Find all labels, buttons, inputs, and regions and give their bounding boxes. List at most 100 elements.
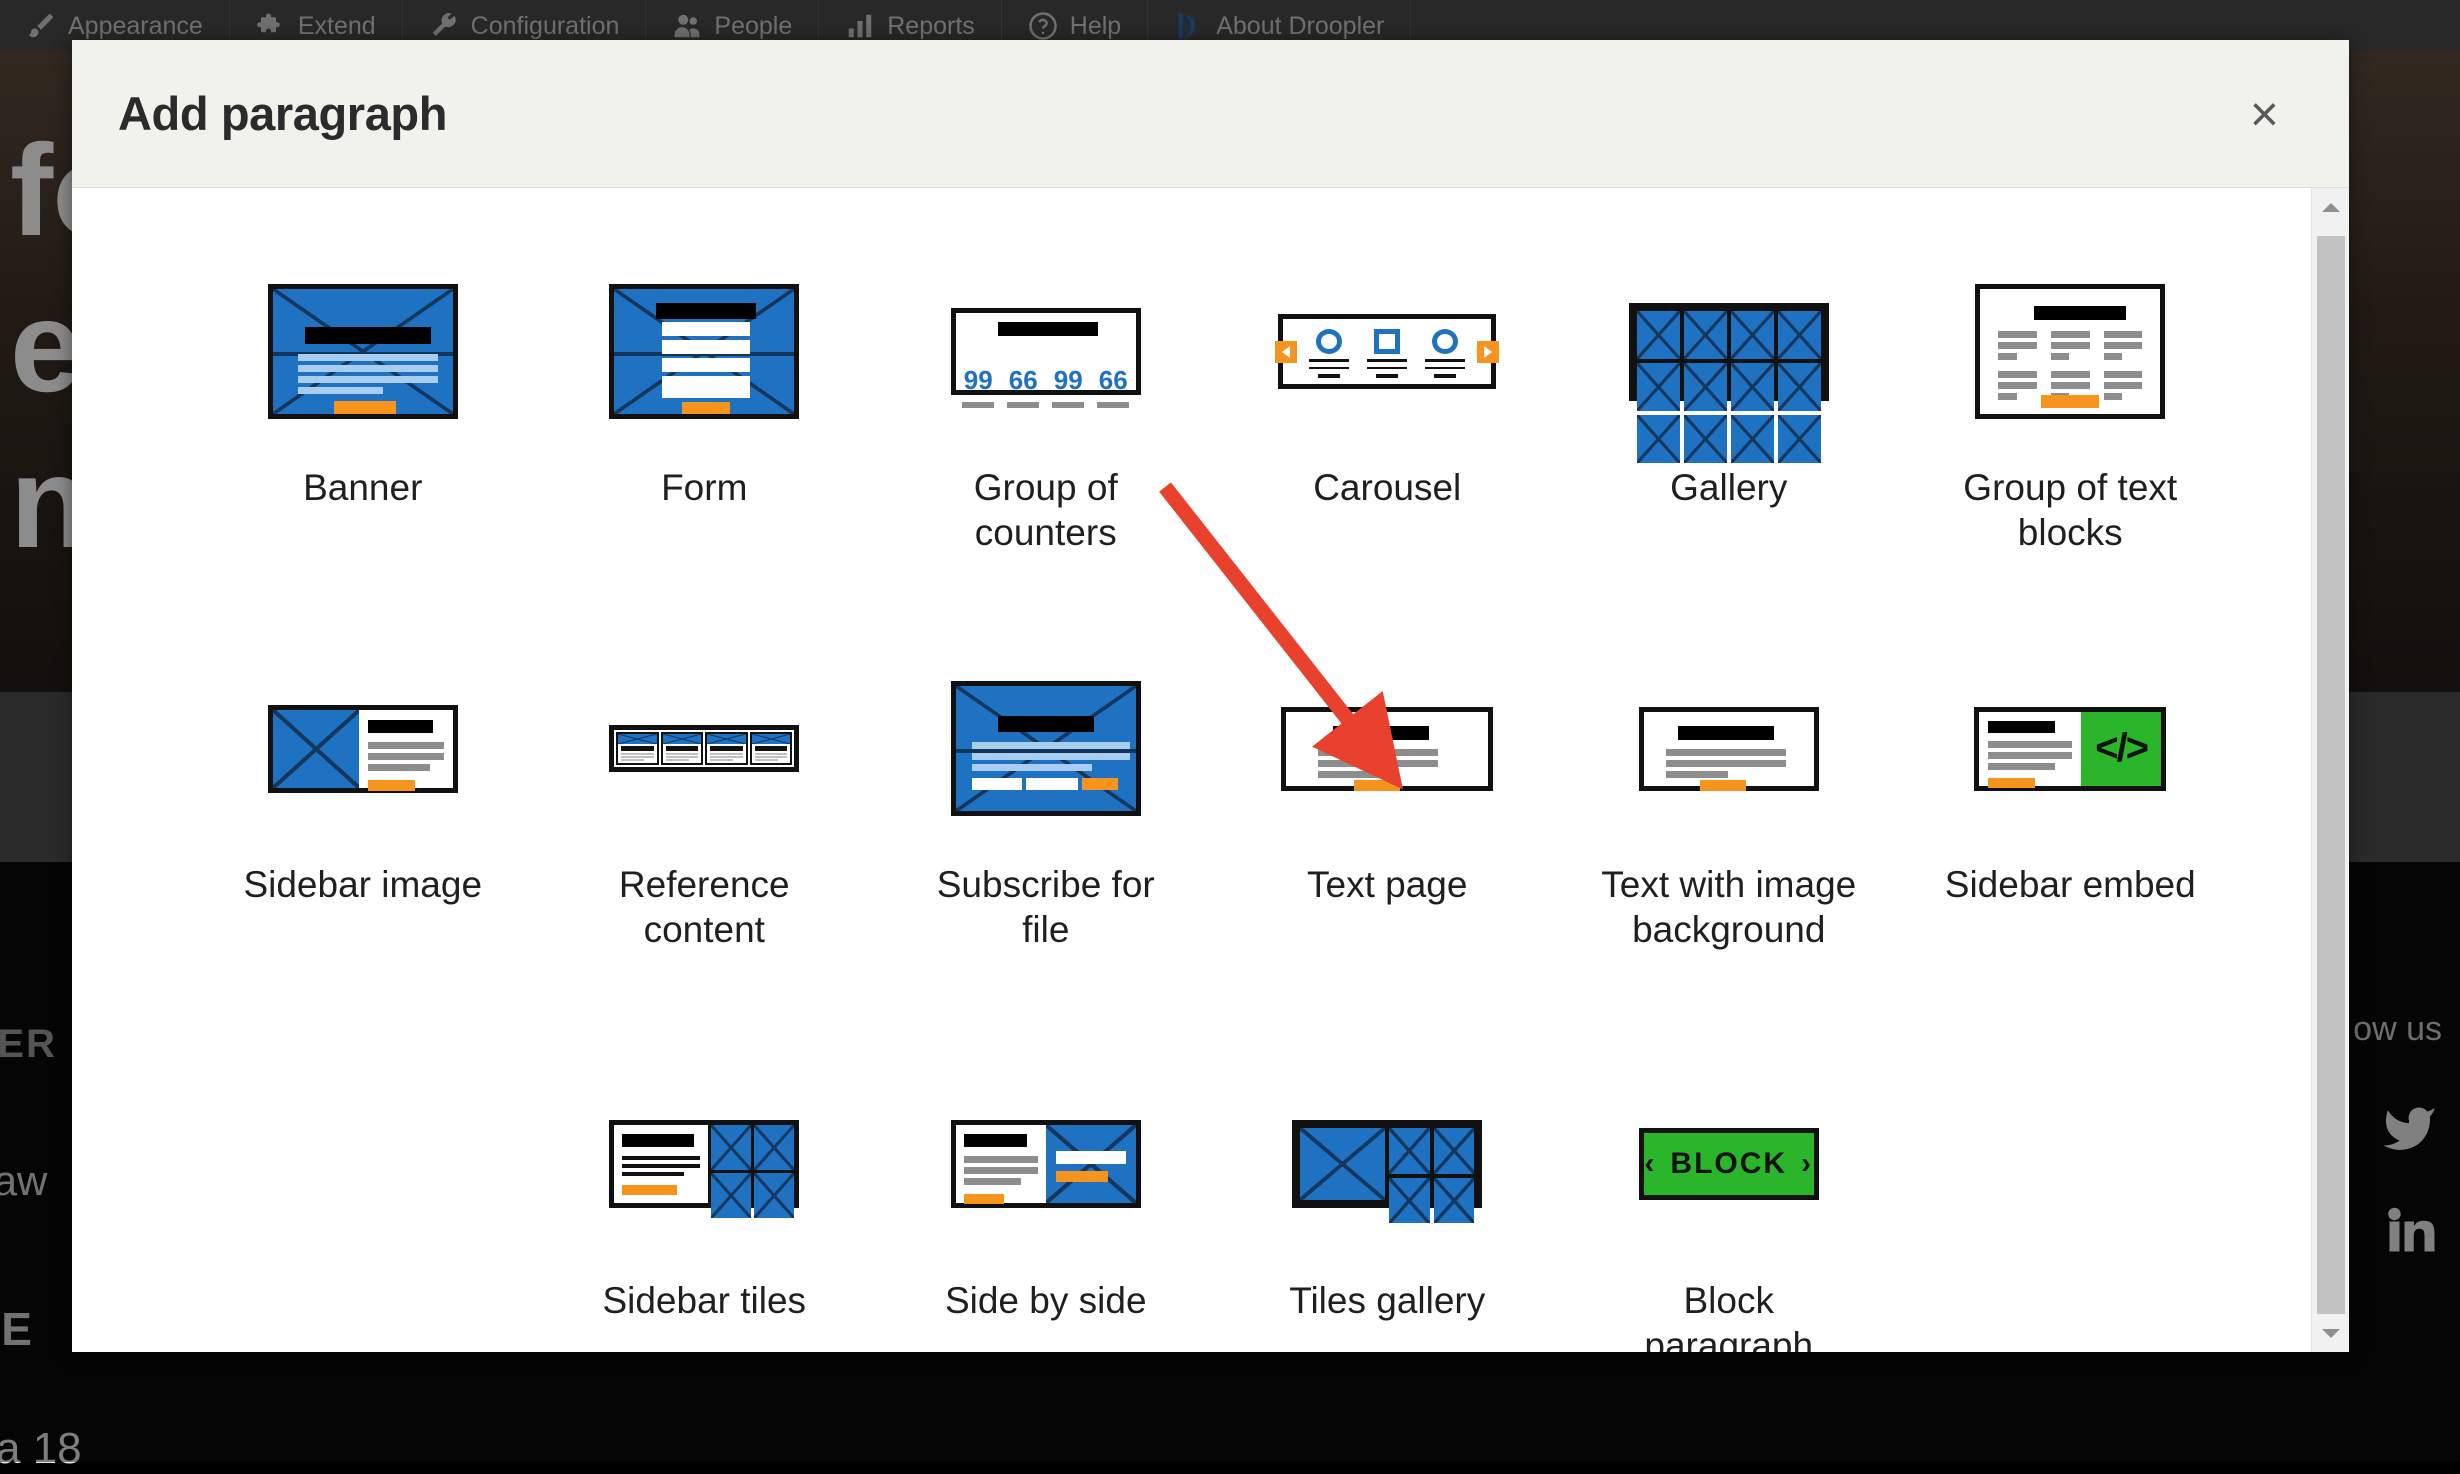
- gallery-cell: [1778, 311, 1821, 359]
- paragraph-type-tiles-gallery[interactable]: Tiles gallery: [1217, 1061, 1559, 1353]
- counter-underline: [962, 402, 994, 408]
- text-line: [972, 764, 1092, 771]
- scroll-down-button[interactable]: [2312, 1314, 2349, 1352]
- text-side: [359, 710, 453, 788]
- text-line: [298, 376, 438, 383]
- thumb-wrap: [192, 264, 534, 439]
- input-field: [662, 340, 750, 354]
- text-image-bg-thumb: [1639, 707, 1819, 791]
- paragraph-type-block-paragraph[interactable]: ‹ BLOCK › Block paragraph: [1558, 1061, 1900, 1353]
- paragraph-type-sidebar-embed[interactable]: </> Sidebar embed: [1900, 645, 2242, 952]
- counter-number: 66: [1099, 365, 1128, 396]
- paragraph-type-sidebar-image[interactable]: Sidebar image: [192, 645, 534, 952]
- close-icon[interactable]: ×: [2240, 85, 2289, 143]
- paragraph-type-text-with-image-background[interactable]: Text with image background: [1558, 645, 1900, 952]
- paragraph-type-grid-row-3: Sidebar tiles: [72, 1061, 2311, 1353]
- reference-content-thumb: [609, 725, 799, 772]
- carousel-slide: [1425, 329, 1465, 378]
- paragraph-type-banner[interactable]: Banner: [192, 248, 534, 555]
- image-side: [1046, 1125, 1136, 1203]
- text-line: [298, 387, 383, 394]
- text-block: [1998, 331, 2037, 360]
- thumb-wrap: [1217, 661, 1559, 836]
- paragraph-type-side-by-side[interactable]: Side by side: [875, 1061, 1217, 1353]
- paragraph-type-subscribe-for-file[interactable]: Subscribe for file: [875, 645, 1217, 952]
- gallery-cell: [1778, 415, 1821, 463]
- dialog-body: Banner: [72, 188, 2349, 1352]
- side-by-side-thumb: [951, 1120, 1141, 1208]
- dialog-scrollbar[interactable]: [2311, 188, 2349, 1352]
- paragraph-type-scroll-area: Banner: [72, 188, 2311, 1352]
- paragraph-type-form[interactable]: Form: [534, 248, 876, 555]
- counters-thumb: 99 66 99: [951, 308, 1141, 395]
- reference-card: [750, 732, 793, 765]
- paragraph-type-label: Sidebar embed: [1945, 862, 2196, 907]
- counter-underline: [1097, 402, 1129, 408]
- counter-number: 66: [1009, 365, 1038, 396]
- text-block-grid: [1998, 331, 2142, 400]
- paragraph-type-group-of-text-blocks[interactable]: Group of text blocks: [1900, 248, 2242, 555]
- paragraph-type-reference-content[interactable]: Reference content: [534, 645, 876, 952]
- circle-shape-icon: [1432, 329, 1458, 354]
- paragraph-type-grid-row-2: Sidebar image: [72, 645, 2311, 952]
- thumb-wrap: [534, 661, 876, 836]
- paragraph-type-group-of-counters[interactable]: 99 66 99: [875, 248, 1217, 555]
- sidebar-tiles-thumb: [609, 1120, 799, 1208]
- text-side: [956, 1125, 1046, 1203]
- title-bar: [998, 322, 1098, 336]
- circle-shape-icon: [1316, 329, 1342, 354]
- paragraph-type-label: Text page: [1307, 862, 1467, 907]
- paragraph-type-label: Carousel: [1313, 465, 1461, 510]
- image-placeholder: [273, 710, 359, 788]
- text-line: [972, 753, 1130, 760]
- input-field: [662, 358, 750, 372]
- paragraph-type-carousel[interactable]: Carousel: [1217, 248, 1559, 555]
- gallery-cell: [1637, 311, 1680, 359]
- title-bar: [368, 720, 433, 733]
- cta-button-bar: [334, 401, 396, 414]
- cta-button-bar: [1354, 780, 1400, 791]
- text-block: [2104, 331, 2143, 360]
- tile-cell: [711, 1173, 751, 1218]
- paragraph-type-label: Text with image background: [1599, 862, 1859, 952]
- paragraph-type-label: Form: [661, 465, 747, 510]
- cta-button-bar: [1700, 780, 1746, 791]
- carousel-prev-arrow-icon: [1275, 341, 1297, 363]
- cta-button-bar: [622, 1185, 676, 1195]
- subscribe-button-bar: [1082, 778, 1118, 790]
- gallery-cell: [1684, 415, 1727, 463]
- paragraph-type-label: Gallery: [1670, 465, 1787, 510]
- thumb-wrap: [1558, 264, 1900, 439]
- cta-button-bar: [368, 780, 415, 791]
- cta-button-bar: [1056, 1171, 1108, 1182]
- text-line: [298, 354, 438, 361]
- block-paragraph-thumb: ‹ BLOCK ›: [1639, 1128, 1819, 1200]
- gallery-cell: [1684, 311, 1727, 359]
- counter-item: 99: [1052, 365, 1084, 408]
- dialog-title: Add paragraph: [118, 86, 447, 141]
- paragraph-type-sidebar-tiles[interactable]: Sidebar tiles: [534, 1061, 876, 1353]
- thumb-wrap: [1558, 661, 1900, 836]
- tiles-gallery-thumb: [1292, 1120, 1482, 1208]
- counter-item: 66: [1007, 365, 1039, 408]
- scroll-up-button[interactable]: [2312, 188, 2349, 226]
- paragraph-type-text-page[interactable]: Text page: [1217, 645, 1559, 952]
- gallery-cell: [1778, 363, 1821, 411]
- gallery-cell: [1731, 311, 1774, 359]
- grid-spacer: [192, 1061, 534, 1353]
- reference-card: [705, 732, 748, 765]
- code-embed-icon: </>: [2081, 712, 2161, 786]
- text-block: [1998, 371, 2037, 400]
- scrollbar-thumb[interactable]: [2317, 236, 2345, 1316]
- cta-button-bar: [2041, 395, 2099, 408]
- gallery-cell: [1637, 415, 1680, 463]
- square-shape-icon: [1374, 329, 1400, 354]
- block-label: BLOCK: [1670, 1147, 1787, 1181]
- thumb-wrap: [1900, 264, 2242, 439]
- tile-cell: [1389, 1178, 1430, 1224]
- text-block: [2051, 331, 2090, 360]
- paragraph-type-gallery[interactable]: Gallery: [1558, 248, 1900, 555]
- counter-number: 99: [1054, 365, 1083, 396]
- sidebar-embed-thumb: </>: [1974, 707, 2166, 791]
- cta-button-bar: [1988, 778, 2035, 788]
